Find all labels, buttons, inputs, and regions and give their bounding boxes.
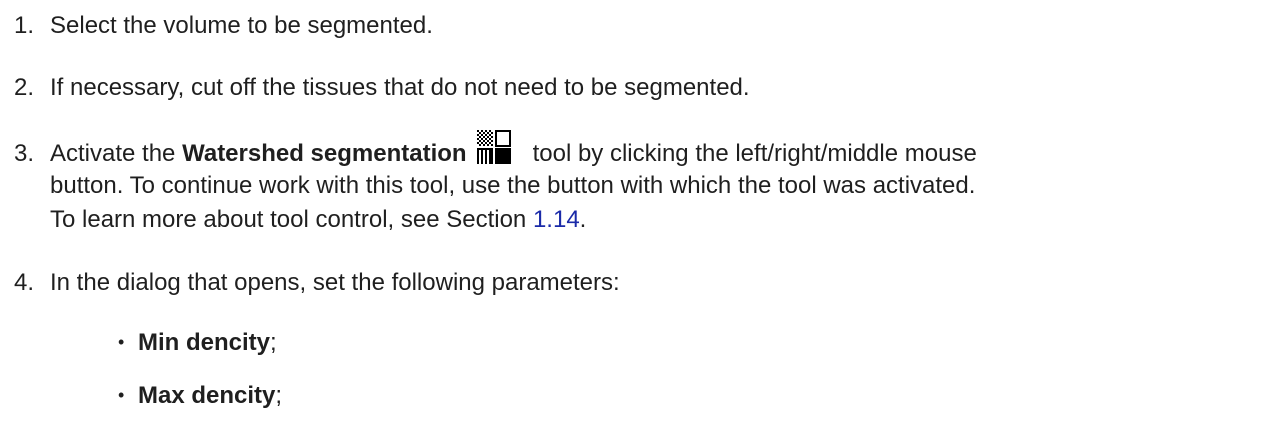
step-text-after-icon: tool by clicking the left/right/middle m… [532, 140, 977, 168]
step-text: Select the volume to be segmented. [50, 12, 433, 39]
step-text-prefix: Activate the [50, 140, 183, 168]
bullet-min-density: • Min dencity; [118, 326, 277, 361]
step-text: In the dialog that opens, set the follow… [50, 269, 620, 296]
step-text: If necessary, cut off the tissues that d… [50, 74, 750, 101]
step-number: 1. [14, 12, 35, 39]
param-label: Min dencity [138, 329, 271, 356]
tool-name: Watershed segmentation [182, 140, 467, 168]
watershed-segmentation-icon [476, 130, 511, 174]
step-3-line-3: To learn more about tool control, see Se… [50, 203, 586, 237]
bullet-marker: • [118, 332, 125, 352]
step-2: 2. If necessary, cut off the tissues that… [14, 71, 1259, 105]
step-number: 4. [14, 269, 35, 296]
section-link[interactable]: 1.14 [533, 206, 580, 233]
step-number: 2. [14, 74, 35, 101]
section-ref-suffix: . [579, 206, 587, 233]
param-suffix: ; [270, 329, 277, 356]
document-page: 1. Select the volume to be segmented. 2. I… [0, 0, 1269, 446]
bullet-max-density: • Max dencity; [118, 379, 282, 414]
step-4: 4. In the dialog that opens, set the foll… [14, 266, 1259, 300]
step-number: 3. [14, 140, 35, 168]
step-3-line-2: button. To continue work with this tool,… [50, 172, 976, 199]
param-suffix: ; [275, 382, 283, 409]
section-ref-prefix: To learn more about tool control, see Se… [50, 206, 533, 233]
step-1: 1. Select the volume to be segmented. [14, 9, 1259, 43]
param-label: Max dencity [138, 382, 276, 409]
bullet-marker: • [118, 385, 125, 405]
